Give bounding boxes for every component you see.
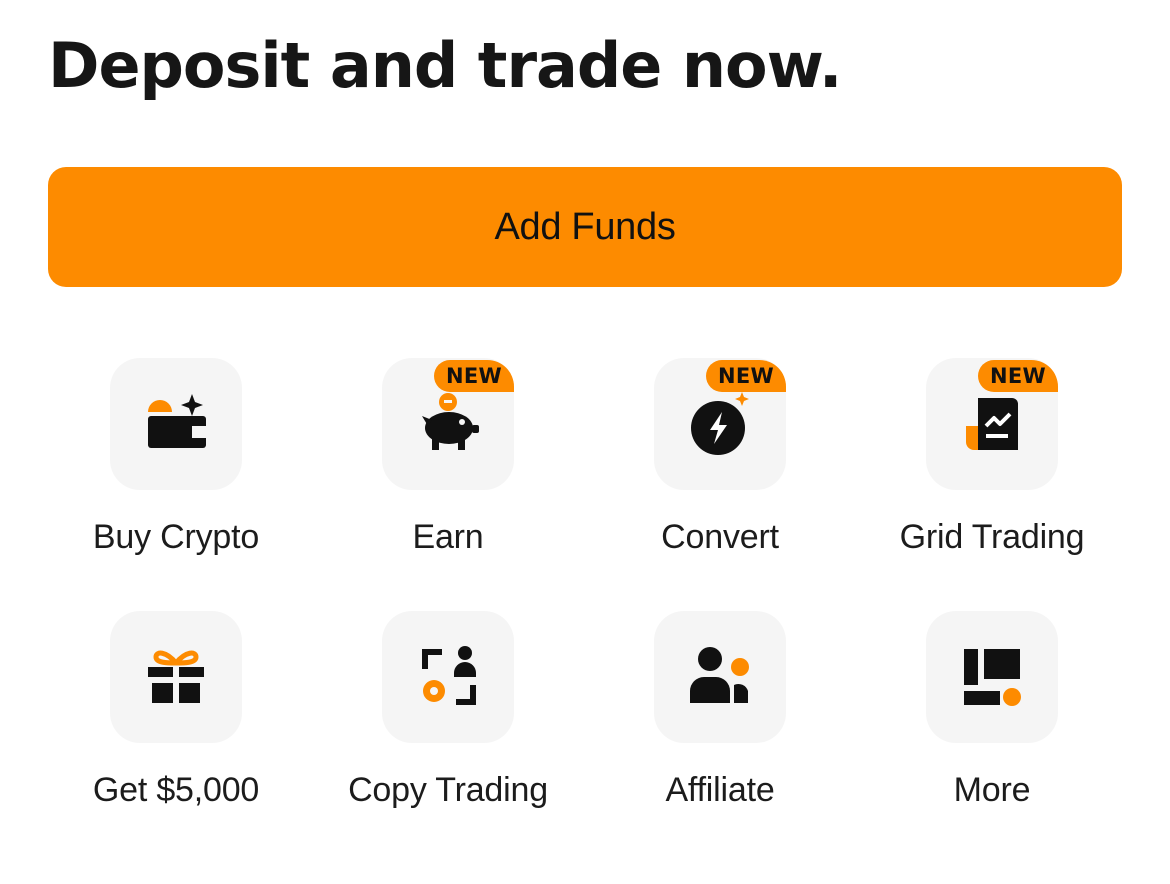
tile-icon-box: NEW [926, 358, 1058, 490]
new-badge: NEW [706, 360, 786, 392]
tile-more[interactable]: More [856, 611, 1128, 864]
tile-label-get-5000: Get $5,000 [92, 771, 260, 809]
tile-label-grid-trading: Grid Trading [899, 518, 1085, 556]
more-grid-icon [964, 649, 1021, 706]
tile-affiliate[interactable]: Affiliate [584, 611, 856, 864]
tile-earn[interactable]: NEW Earn [312, 358, 584, 611]
tile-label-earn: Earn [412, 518, 484, 556]
tile-icon-box: NEW [382, 358, 514, 490]
new-badge: NEW [434, 360, 514, 392]
tile-convert[interactable]: NEW Convert [584, 358, 856, 611]
tile-icon-box [926, 611, 1058, 743]
tile-grid-trading[interactable]: NEW Grid Trading [856, 358, 1128, 611]
tile-copy-trading[interactable]: Copy Trading [312, 611, 584, 864]
wallet-sparkle-icon [148, 394, 206, 448]
tile-label-buy-crypto: Buy Crypto [92, 518, 260, 556]
tile-label-affiliate: Affiliate [665, 771, 775, 809]
affiliate-people-icon [690, 647, 749, 703]
new-badge: NEW [978, 360, 1058, 392]
add-funds-button[interactable]: Add Funds [48, 167, 1122, 287]
add-funds-label: Add Funds [494, 205, 676, 248]
grid-trading-chart-icon [966, 398, 1018, 450]
piggy-bank-icon [422, 393, 479, 450]
tile-icon-box [110, 358, 242, 490]
tile-label-copy-trading: Copy Trading [348, 771, 548, 809]
tile-icon-box: NEW [654, 358, 786, 490]
tile-buy-crypto[interactable]: Buy Crypto [40, 358, 312, 611]
lightning-convert-icon [691, 392, 749, 455]
tile-icon-box [110, 611, 242, 743]
tile-icon-box [382, 611, 514, 743]
tile-get-5000[interactable]: Get $5,000 [40, 611, 312, 864]
tile-label-convert: Convert [661, 518, 779, 556]
tile-icon-box [654, 611, 786, 743]
page-title: Deposit and trade now. [48, 29, 842, 102]
tile-label-more: More [953, 771, 1031, 809]
quick-actions-grid: Buy Crypto NEW Earn NEW Convert NEW Grid… [40, 358, 1130, 864]
copy-trading-icon [422, 646, 476, 705]
gift-icon [148, 650, 204, 703]
